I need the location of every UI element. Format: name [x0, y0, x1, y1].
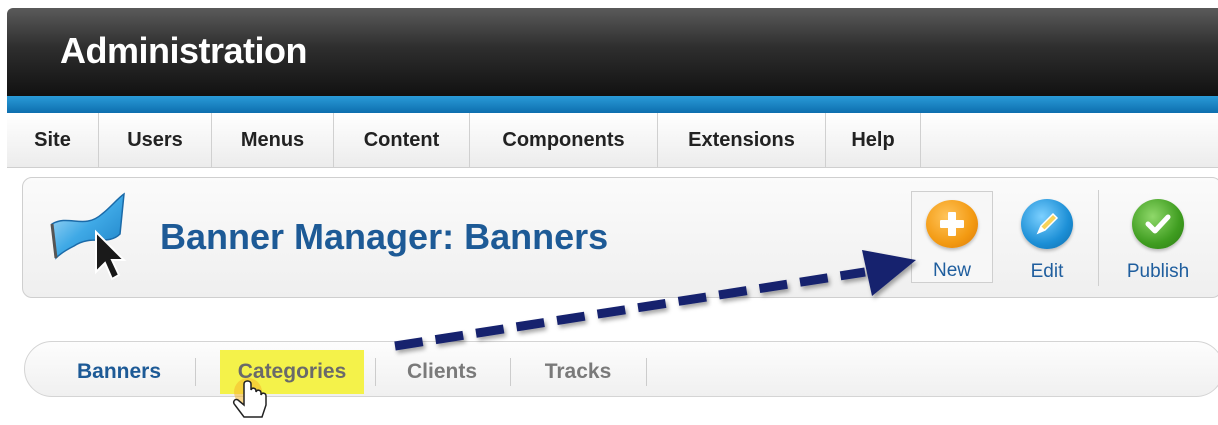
menu-item-users[interactable]: Users [99, 113, 212, 167]
tab-banners[interactable]: Banners [62, 352, 176, 392]
menu-item-content[interactable]: Content [334, 113, 470, 167]
tab-separator [195, 358, 196, 386]
page-title: Banner Manager: Banners [160, 216, 609, 257]
tab-clients[interactable]: Clients [392, 352, 492, 392]
menu-item-help[interactable]: Help [826, 113, 921, 167]
new-button-label: New [932, 260, 971, 281]
menu-item-site[interactable]: Site [7, 113, 99, 167]
toolbar-separator [1098, 190, 1099, 286]
menu-item-components[interactable]: Components [470, 113, 658, 167]
tab-separator [646, 358, 647, 386]
admin-header: Administration [7, 8, 1218, 96]
tab-categories[interactable]: Categories [220, 350, 364, 394]
pencil-icon [1021, 199, 1073, 249]
menu-item-extensions[interactable]: Extensions [658, 113, 826, 167]
publish-button[interactable]: Publish [1117, 191, 1199, 283]
menu-item-menus[interactable]: Menus [212, 113, 334, 167]
main-menu-bar: Site Users Menus Content Components Extension… [7, 113, 1218, 168]
header-accent-bar [7, 96, 1218, 113]
window-left-edge [0, 95, 7, 425]
check-icon [1132, 199, 1184, 249]
banner-manager-logo-icon [50, 192, 127, 281]
admin-title: Administration [60, 30, 308, 71]
edit-button[interactable]: Edit [1006, 191, 1088, 283]
publish-button-label: Publish [1126, 261, 1190, 282]
edit-button-label: Edit [1030, 261, 1064, 282]
tab-separator [375, 358, 376, 386]
tab-tracks[interactable]: Tracks [526, 352, 630, 392]
plus-icon [926, 200, 978, 248]
new-button[interactable]: New [911, 191, 993, 283]
tab-separator [510, 358, 511, 386]
